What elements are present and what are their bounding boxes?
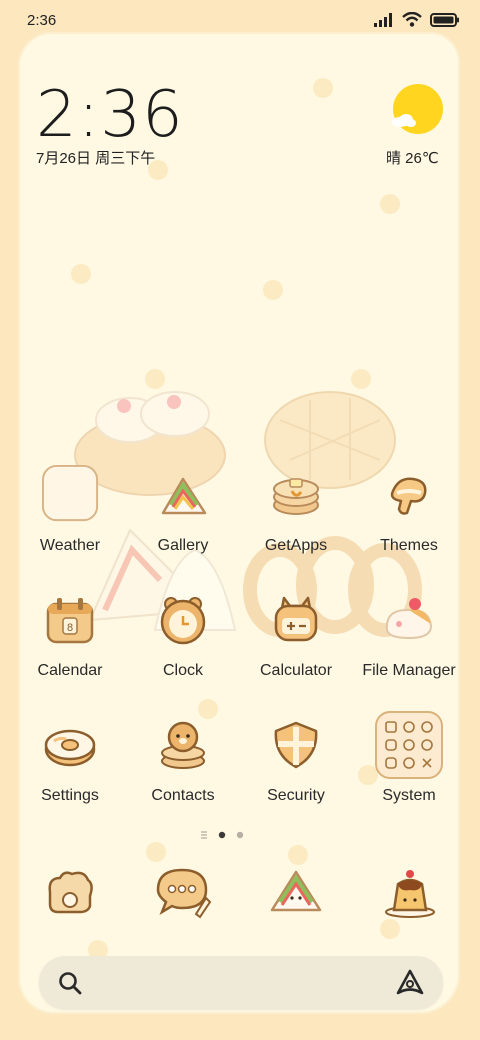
search-icon[interactable] <box>57 970 83 996</box>
getapps-icon <box>273 478 319 515</box>
app-clock[interactable]: Clock <box>127 590 239 700</box>
clock-icon <box>160 597 206 645</box>
app-label: Security <box>267 787 325 804</box>
app-security[interactable]: Security <box>240 715 352 825</box>
app-label: Gallery <box>157 537 209 554</box>
status-time: 2:36 <box>27 12 57 29</box>
app-label: GetApps <box>264 537 328 554</box>
app-settings[interactable]: Settings <box>14 715 126 825</box>
messages-icon[interactable] <box>152 862 212 922</box>
app-weather[interactable]: Weather <box>14 465 126 575</box>
folder-system[interactable]: System <box>353 711 465 825</box>
assistant-icon[interactable] <box>395 968 425 998</box>
system-folder-icon <box>375 711 443 779</box>
security-icon <box>274 721 318 769</box>
app-label: Themes <box>380 537 438 554</box>
decor-dot <box>380 194 400 214</box>
app-label: Contacts <box>151 787 215 804</box>
battery-icon <box>430 12 459 27</box>
app-themes[interactable]: Themes <box>353 465 465 575</box>
page-indicator[interactable] <box>200 830 260 840</box>
decor-dot <box>263 280 283 300</box>
wifi-icon <box>402 12 422 27</box>
themes-icon <box>390 477 427 515</box>
decor-dot <box>71 264 91 284</box>
calendar-icon: 8 <box>46 598 94 644</box>
pudding-icon[interactable] <box>380 862 440 922</box>
status-icons <box>374 12 460 27</box>
app-label: File Manager <box>362 662 456 679</box>
app-gallery[interactable]: Gallery <box>127 465 239 575</box>
weather-icon <box>42 465 99 522</box>
app-file-manager[interactable]: File Manager <box>353 590 465 700</box>
widget-clock[interactable]: 2:36 <box>36 78 184 152</box>
widget-weather: 晴 26℃ <box>386 150 439 167</box>
search-bar[interactable] <box>39 956 443 1009</box>
browser-icon[interactable] <box>266 862 326 922</box>
app-getapps[interactable]: GetApps <box>240 465 352 575</box>
app-label: Calculator <box>259 662 333 679</box>
decor-dot <box>380 919 400 939</box>
settings-icon <box>44 729 96 767</box>
app-label: Weather <box>39 537 101 554</box>
widget-date: 7月26日 周三下午 <box>36 150 156 167</box>
gallery-icon <box>161 477 207 515</box>
app-label: Calendar <box>37 662 103 679</box>
contacts-icon <box>161 721 205 769</box>
app-label: Settings <box>41 787 99 804</box>
app-calculator[interactable]: Calculator <box>240 590 352 700</box>
signal-icon <box>374 12 392 27</box>
app-calendar[interactable]: 8 Calendar <box>14 590 126 700</box>
file-manager-icon <box>385 598 433 640</box>
cloud-icon <box>392 114 416 127</box>
decor-dot <box>146 842 166 862</box>
app-contacts[interactable]: Contacts <box>127 715 239 825</box>
app-label: System <box>382 787 436 804</box>
svg-text:8: 8 <box>67 622 73 634</box>
app-label: Clock <box>162 662 203 679</box>
calculator-icon <box>274 596 318 642</box>
decor-dot <box>313 78 333 98</box>
camera-icon[interactable] <box>40 862 100 922</box>
